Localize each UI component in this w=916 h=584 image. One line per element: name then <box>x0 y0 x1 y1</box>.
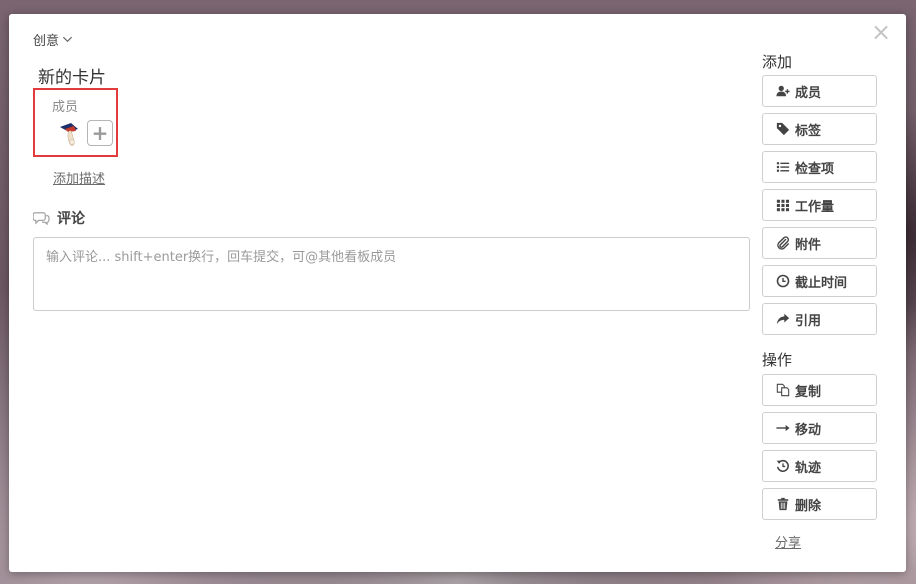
arrow-right-icon <box>775 424 790 432</box>
clock-icon <box>776 274 789 288</box>
comments-title: 评论 <box>57 211 85 227</box>
comments-header: 评论 <box>33 208 85 228</box>
copy-button[interactable]: 复制 <box>762 374 877 406</box>
list-icon <box>776 162 789 172</box>
add-members-button[interactable]: 成员 <box>762 75 877 107</box>
board-dropdown[interactable]: 创意 <box>33 30 73 49</box>
due-date-label: 截止时间 <box>795 275 848 291</box>
trash-icon <box>777 497 788 511</box>
copy-icon <box>776 383 789 397</box>
card-detail-dialog: × 创意 新的卡片 成员 + 添加描述 评论 添加 <box>9 14 906 572</box>
checklist-button[interactable]: 检查项 <box>762 151 877 183</box>
board-name: 创意 <box>33 34 60 49</box>
paperclip-icon <box>776 236 789 250</box>
grid-icon <box>776 199 789 212</box>
move-label: 移动 <box>795 422 822 438</box>
history-icon <box>776 459 789 472</box>
add-user-icon <box>775 85 790 97</box>
add-section-title: 添加 <box>762 53 793 71</box>
attachment-button[interactable]: 附件 <box>762 227 877 259</box>
share-arrow-icon <box>776 313 789 325</box>
members-section: 成员 + <box>33 88 118 157</box>
comment-icon <box>33 212 50 225</box>
avatar[interactable] <box>57 120 81 148</box>
labels-button[interactable]: 标签 <box>762 113 877 145</box>
reference-button[interactable]: 引用 <box>762 303 877 335</box>
workload-label: 工作量 <box>795 199 835 215</box>
move-button[interactable]: 移动 <box>762 412 877 444</box>
delete-button[interactable]: 删除 <box>762 488 877 520</box>
add-members-label: 成员 <box>795 85 822 101</box>
close-icon: × <box>871 18 892 46</box>
tag-icon <box>776 122 789 136</box>
reference-label: 引用 <box>795 313 822 329</box>
workload-button[interactable]: 工作量 <box>762 189 877 221</box>
history-label: 轨迹 <box>795 460 822 476</box>
add-member-button[interactable]: + <box>87 120 113 146</box>
copy-label: 复制 <box>795 384 822 400</box>
history-button[interactable]: 轨迹 <box>762 450 877 482</box>
add-description-link[interactable]: 添加描述 <box>53 168 105 187</box>
attachment-label: 附件 <box>795 237 822 253</box>
plus-icon: + <box>91 121 109 145</box>
chevron-down-icon <box>62 36 73 43</box>
comment-input[interactable] <box>33 237 750 311</box>
members-label: 成员 <box>52 100 79 115</box>
labels-label: 标签 <box>795 123 822 139</box>
close-button[interactable]: × <box>871 20 891 44</box>
delete-label: 删除 <box>795 498 822 514</box>
actions-section-title: 操作 <box>762 351 793 369</box>
due-date-button[interactable]: 截止时间 <box>762 265 877 297</box>
share-link[interactable]: 分享 <box>775 532 801 551</box>
checklist-label: 检查项 <box>795 161 835 177</box>
card-title[interactable]: 新的卡片 <box>38 63 106 88</box>
